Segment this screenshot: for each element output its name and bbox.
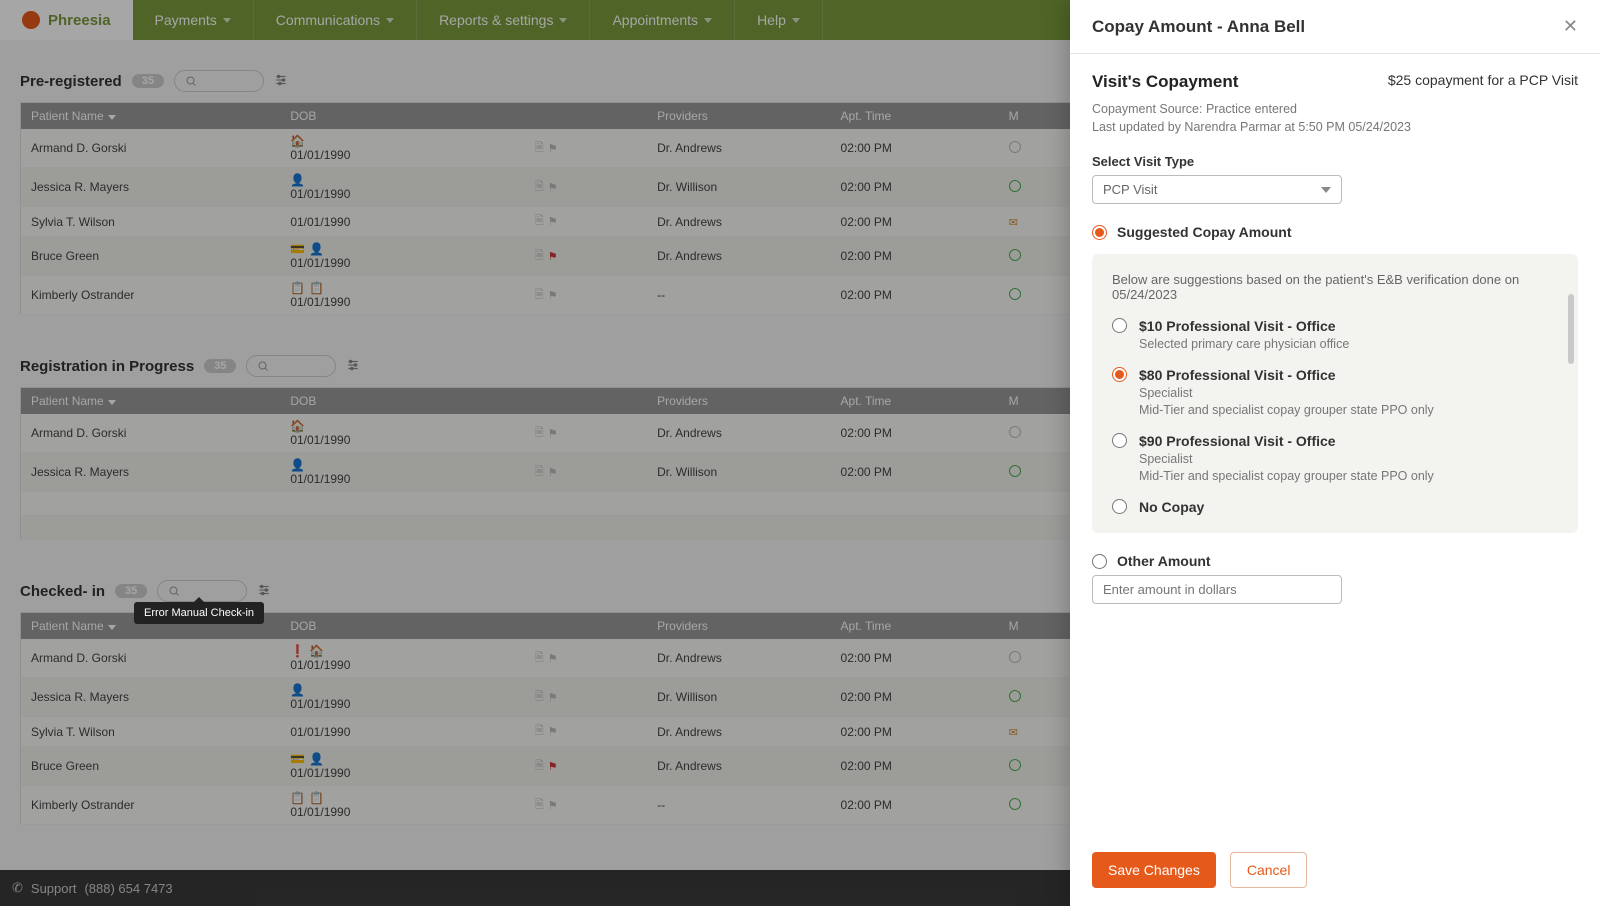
copay-suggestion[interactable]: $90 Professional Visit - Office Specialis… [1112, 433, 1558, 483]
cancel-button[interactable]: Cancel [1230, 852, 1308, 888]
suggestion-title: $10 Professional Visit - Office [1139, 318, 1349, 334]
suggestion-title: $80 Professional Visit - Office [1139, 367, 1434, 383]
save-button[interactable]: Save Changes [1092, 852, 1216, 888]
suggestions-scrollbar[interactable] [1568, 294, 1574, 523]
suggested-radio[interactable] [1092, 225, 1107, 240]
suggestion-subtext: Specialist [1139, 386, 1434, 400]
copay-suggestion[interactable]: No Copay [1112, 499, 1558, 515]
copay-suggestion[interactable]: $10 Professional Visit - Office Selected … [1112, 318, 1558, 351]
copay-source: Copayment Source: Practice entered [1092, 102, 1578, 116]
suggestion-subtext: Mid-Tier and specialist copay grouper st… [1139, 469, 1434, 483]
visit-type-label: Select Visit Type [1092, 154, 1578, 169]
suggestion-radio[interactable] [1112, 433, 1127, 448]
panel-subtitle: Visit's Copayment [1092, 72, 1238, 92]
copay-summary: $25 copayment for a PCP Visit [1388, 72, 1578, 88]
other-amount-radio[interactable] [1092, 554, 1107, 569]
scrollbar-thumb[interactable] [1568, 294, 1574, 364]
copay-suggestion[interactable]: $80 Professional Visit - Office Specialis… [1112, 367, 1558, 417]
suggestion-radio[interactable] [1112, 318, 1127, 333]
suggestion-title: No Copay [1139, 499, 1204, 515]
panel-title: Copay Amount - Anna Bell [1092, 17, 1305, 37]
visit-type-select[interactable]: PCP Visit [1092, 175, 1342, 204]
suggestion-subtext: Mid-Tier and specialist copay grouper st… [1139, 403, 1434, 417]
suggestions-intro: Below are suggestions based on the patie… [1112, 272, 1558, 302]
suggestion-title: $90 Professional Visit - Office [1139, 433, 1434, 449]
suggestion-subtext: Specialist [1139, 452, 1434, 466]
chevron-down-icon [1321, 187, 1331, 193]
error-tooltip: Error Manual Check-in [134, 602, 264, 624]
other-amount-label: Other Amount [1117, 553, 1211, 569]
copay-updated: Last updated by Narendra Parmar at 5:50 … [1092, 120, 1578, 134]
suggestions-box: Below are suggestions based on the patie… [1092, 254, 1578, 533]
visit-type-value: PCP Visit [1103, 182, 1157, 197]
copay-side-panel: Copay Amount - Anna Bell ✕ Visit's Copay… [1070, 0, 1600, 906]
panel-footer: Save Changes Cancel [1070, 838, 1600, 906]
suggested-radio-row[interactable]: Suggested Copay Amount [1092, 224, 1578, 240]
suggested-radio-label: Suggested Copay Amount [1117, 224, 1292, 240]
panel-header: Copay Amount - Anna Bell ✕ [1070, 0, 1600, 54]
close-button[interactable]: ✕ [1563, 16, 1578, 37]
suggestion-radio[interactable] [1112, 499, 1127, 514]
suggestion-radio[interactable] [1112, 367, 1127, 382]
other-amount-input[interactable] [1092, 575, 1342, 604]
suggestion-subtext: Selected primary care physician office [1139, 337, 1349, 351]
other-amount-radio-row[interactable]: Other Amount [1092, 553, 1578, 569]
